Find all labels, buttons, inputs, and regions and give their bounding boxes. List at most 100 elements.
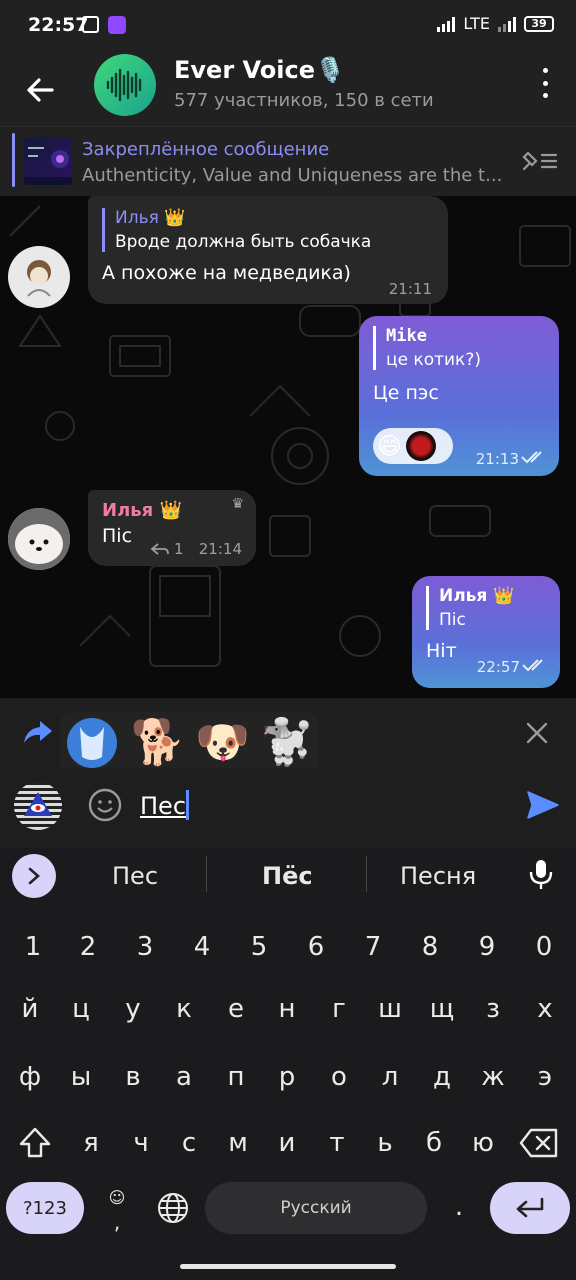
send-icon[interactable] bbox=[526, 790, 560, 820]
key[interactable]: 8 bbox=[405, 922, 455, 972]
globe-icon bbox=[158, 1193, 188, 1223]
reactions[interactable]: 😄 bbox=[373, 428, 453, 464]
pinned-message-bar[interactable]: Закреплённое сообщение Authenticity, Val… bbox=[0, 126, 576, 196]
sticker-suggestion-bar: 🐕 🐶 🐩 bbox=[0, 698, 576, 774]
home-gesture-bar[interactable] bbox=[180, 1264, 396, 1269]
pinned-list-icon[interactable] bbox=[520, 147, 558, 175]
key[interactable]: а bbox=[159, 1052, 209, 1102]
key[interactable]: 6 bbox=[291, 922, 341, 972]
close-icon[interactable] bbox=[526, 722, 548, 744]
key[interactable]: 4 bbox=[177, 922, 227, 972]
key[interactable]: к bbox=[159, 984, 209, 1034]
reply-quote[interactable]: Mike це котик?) bbox=[373, 326, 545, 370]
word-suggestion[interactable]: Пёс bbox=[262, 862, 313, 890]
symbols-key[interactable]: ?123 bbox=[6, 1182, 84, 1234]
word-suggestion[interactable]: Пес bbox=[112, 862, 158, 890]
message-input[interactable]: Пес bbox=[140, 790, 190, 820]
signal-icon-2 bbox=[498, 16, 516, 32]
key[interactable]: л bbox=[365, 1052, 415, 1102]
quote-text: це котик?) bbox=[386, 350, 481, 370]
symbols-key-label: ?123 bbox=[23, 1197, 67, 1219]
message-sender-name[interactable]: Илья 👑 bbox=[102, 500, 242, 521]
reaction-user-avatar bbox=[406, 431, 437, 461]
key[interactable]: б bbox=[409, 1118, 459, 1168]
message-bubble[interactable]: Илья 👑 Піс ♛ 1 21:14 bbox=[88, 490, 256, 566]
network-type: LTE bbox=[463, 14, 490, 33]
enter-key[interactable] bbox=[490, 1182, 570, 1234]
key[interactable]: 2 bbox=[63, 922, 113, 972]
reaction-emoji[interactable]: 😄 bbox=[377, 431, 402, 461]
quote-sender: Mike bbox=[386, 326, 427, 346]
key[interactable]: й bbox=[5, 984, 55, 1034]
message-time: 21:14 bbox=[198, 540, 242, 558]
emoji-icon[interactable] bbox=[88, 788, 122, 822]
key[interactable]: р bbox=[262, 1052, 312, 1102]
key[interactable]: ц bbox=[56, 984, 106, 1034]
key[interactable]: ч bbox=[116, 1118, 166, 1168]
avatar-sender-2[interactable] bbox=[8, 508, 70, 570]
chat-area[interactable]: Илья 👑 Вроде должна быть собачка А похож… bbox=[0, 196, 576, 698]
key[interactable]: з bbox=[468, 984, 518, 1034]
language-key[interactable] bbox=[148, 1184, 198, 1234]
reply-quote[interactable]: Илья 👑 Піс bbox=[426, 586, 546, 630]
message-bubble-outgoing[interactable]: Mike це котик?) Це пэс 😄 21:13 bbox=[359, 316, 559, 476]
sticker-moon-icon[interactable] bbox=[66, 717, 118, 769]
group-avatar[interactable] bbox=[94, 54, 156, 116]
more-menu-icon[interactable] bbox=[540, 68, 550, 98]
send-as-avatar[interactable] bbox=[14, 782, 62, 830]
forward-arrow-icon[interactable] bbox=[22, 718, 54, 746]
sticker-poodle[interactable]: 🐩 bbox=[260, 717, 315, 769]
key[interactable]: и bbox=[262, 1118, 312, 1168]
key[interactable]: о bbox=[314, 1052, 364, 1102]
nfc-icon bbox=[82, 16, 99, 33]
key[interactable]: ю bbox=[458, 1118, 508, 1168]
word-suggestion[interactable]: Песня bbox=[400, 862, 476, 890]
reply-quote[interactable]: Илья 👑 Вроде должна быть собачка bbox=[102, 208, 434, 252]
key[interactable]: я bbox=[66, 1118, 116, 1168]
message-text: Це пэс bbox=[373, 382, 439, 404]
period-key[interactable]: . bbox=[434, 1182, 484, 1232]
key[interactable]: э bbox=[520, 1052, 570, 1102]
status-time: 22:57 bbox=[28, 14, 89, 36]
space-key[interactable]: Русский bbox=[205, 1182, 427, 1234]
shift-key[interactable] bbox=[10, 1118, 60, 1168]
key[interactable]: ы bbox=[56, 1052, 106, 1102]
back-arrow-icon[interactable] bbox=[22, 72, 58, 108]
message-bubble[interactable]: Илья 👑 Вроде должна быть собачка А похож… bbox=[88, 196, 448, 304]
sticker-dog-face[interactable]: 🐶 bbox=[195, 717, 250, 769]
key[interactable]: ф bbox=[5, 1052, 55, 1102]
chat-title[interactable]: Ever Voice🎙️ bbox=[174, 56, 345, 84]
key[interactable]: ж bbox=[468, 1052, 518, 1102]
pinned-title: Закреплённое сообщение bbox=[82, 139, 330, 160]
key[interactable]: 7 bbox=[348, 922, 398, 972]
key[interactable]: у bbox=[108, 984, 158, 1034]
key[interactable]: ь bbox=[360, 1118, 410, 1168]
reply-count-icon[interactable] bbox=[150, 542, 170, 556]
key[interactable]: щ bbox=[417, 984, 467, 1034]
key[interactable]: 1 bbox=[8, 922, 58, 972]
key[interactable]: 3 bbox=[120, 922, 170, 972]
avatar-sender-1[interactable] bbox=[8, 246, 70, 308]
key[interactable]: 5 bbox=[234, 922, 284, 972]
key[interactable]: е bbox=[211, 984, 261, 1034]
key[interactable]: х bbox=[520, 984, 570, 1034]
key[interactable]: т bbox=[312, 1118, 362, 1168]
key[interactable]: н bbox=[262, 984, 312, 1034]
key[interactable]: 9 bbox=[462, 922, 512, 972]
key[interactable]: д bbox=[417, 1052, 467, 1102]
key[interactable]: в bbox=[108, 1052, 158, 1102]
key[interactable]: 0 bbox=[519, 922, 569, 972]
microphone-icon[interactable] bbox=[528, 858, 554, 890]
backspace-key[interactable] bbox=[514, 1118, 564, 1168]
message-input-bar: Пес bbox=[0, 768, 576, 848]
key[interactable]: г bbox=[314, 984, 364, 1034]
pinned-indicator bbox=[12, 133, 15, 187]
key[interactable]: с bbox=[164, 1118, 214, 1168]
key[interactable]: м bbox=[213, 1118, 263, 1168]
sticker-dog[interactable]: 🐕 bbox=[131, 717, 186, 769]
key[interactable]: ш bbox=[365, 984, 415, 1034]
emoji-comma-key[interactable]: ☺ , bbox=[92, 1182, 142, 1234]
key[interactable]: п bbox=[211, 1052, 261, 1102]
keyboard-toolbar-expand-button[interactable] bbox=[12, 854, 56, 898]
message-bubble-outgoing[interactable]: Илья 👑 Піс Ніт 22:57 bbox=[412, 576, 560, 688]
